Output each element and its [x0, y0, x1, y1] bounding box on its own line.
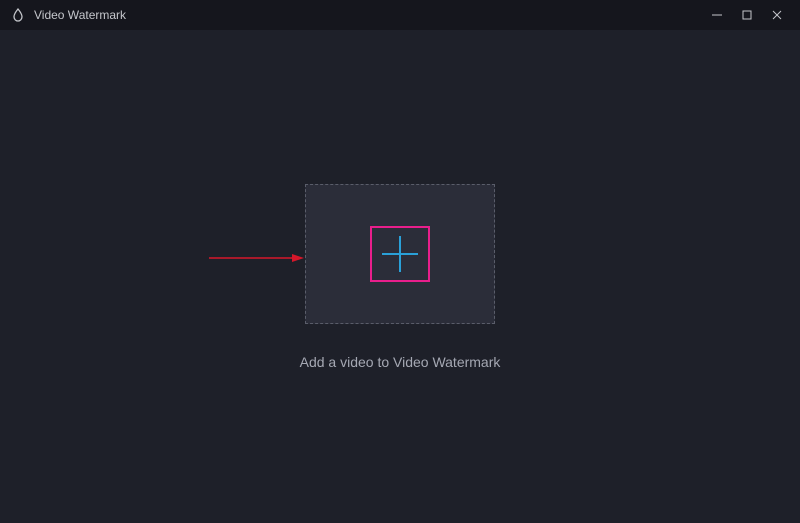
minimize-icon [711, 9, 723, 21]
maximize-icon [741, 9, 753, 21]
add-video-dropzone[interactable] [305, 184, 495, 324]
maximize-button[interactable] [732, 0, 762, 30]
annotation-arrow [209, 254, 304, 262]
titlebar-left: Video Watermark [10, 7, 126, 23]
main-content: Add a video to Video Watermark [0, 30, 800, 523]
app-title: Video Watermark [34, 8, 126, 22]
titlebar: Video Watermark [0, 0, 800, 30]
drop-zone-wrapper: Add a video to Video Watermark [300, 184, 501, 370]
close-button[interactable] [762, 0, 792, 30]
plus-icon [382, 236, 418, 272]
window-controls [702, 0, 792, 30]
helper-text: Add a video to Video Watermark [300, 354, 501, 370]
minimize-button[interactable] [702, 0, 732, 30]
water-drop-icon [10, 7, 26, 23]
annotation-highlight-box [370, 226, 430, 282]
close-icon [771, 9, 783, 21]
